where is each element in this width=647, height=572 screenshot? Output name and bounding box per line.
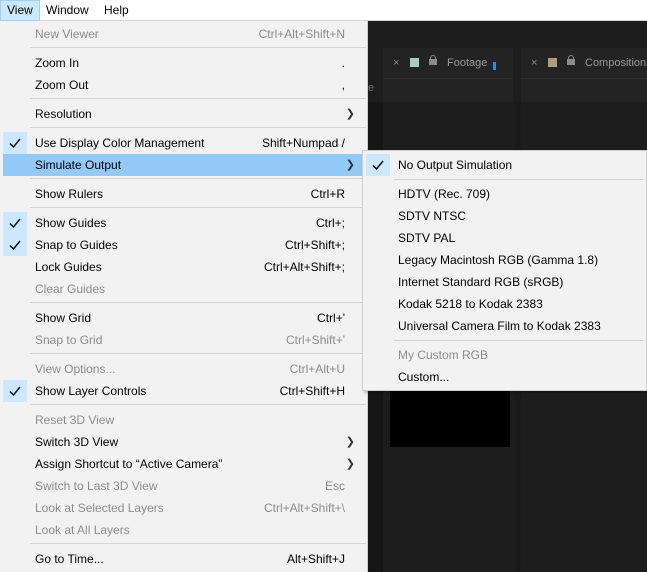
close-tab-icon[interactable]: × bbox=[531, 57, 537, 69]
lock-icon[interactable] bbox=[567, 55, 575, 65]
menu-item-reset-3d-view[interactable]: Reset 3D View bbox=[3, 409, 365, 431]
menu-item-switch-to-last-3d-view[interactable]: Switch to Last 3D View Esc bbox=[3, 475, 365, 497]
menu-item-show-layer-controls[interactable]: Show Layer Controls Ctrl+Shift+H bbox=[3, 380, 365, 402]
menu-item-assign-shortcut-active-camera[interactable]: Assign Shortcut to “Active Camera” ❯ bbox=[3, 453, 365, 475]
menu-item-simulate-output[interactable]: Simulate Output ❯ bbox=[3, 154, 365, 176]
menu-help[interactable]: Help bbox=[98, 0, 135, 21]
partial-panel-text: e bbox=[368, 82, 375, 94]
submenu-item-custom[interactable]: Custom... bbox=[366, 366, 644, 388]
submenu-item-kodak-5218[interactable]: Kodak 5218 to Kodak 2383 bbox=[366, 293, 644, 315]
label-color-swatch bbox=[410, 58, 419, 67]
tab-label: Composition bbox=[585, 57, 647, 69]
tab-composition[interactable]: × Composition bbox=[521, 48, 647, 78]
menu-window[interactable]: Window bbox=[40, 0, 95, 21]
menu-item-new-viewer[interactable]: New Viewer Ctrl+Alt+Shift+N bbox=[3, 23, 365, 45]
menu-item-go-to-time[interactable]: Go to Time... Alt+Shift+J bbox=[3, 548, 365, 570]
menu-item-clear-guides[interactable]: Clear Guides bbox=[3, 278, 365, 300]
view-menu: New Viewer Ctrl+Alt+Shift+N Zoom In . Zo… bbox=[0, 21, 368, 572]
menu-item-snap-to-grid[interactable]: Snap to Grid Ctrl+Shift+' bbox=[3, 329, 365, 351]
submenu-arrow-icon: ❯ bbox=[345, 108, 355, 120]
submenu-item-hdtv[interactable]: HDTV (Rec. 709) bbox=[366, 183, 644, 205]
menu-item-look-at-all-layers[interactable]: Look at All Layers bbox=[3, 519, 365, 541]
checkmark-icon bbox=[3, 234, 27, 256]
label-color-swatch bbox=[548, 58, 557, 67]
menu-item-lock-guides[interactable]: Lock Guides Ctrl+Alt+Shift+; bbox=[3, 256, 365, 278]
submenu-item-legacy-mac-rgb[interactable]: Legacy Macintosh RGB (Gamma 1.8) bbox=[366, 249, 644, 271]
menu-item-view-options[interactable]: View Options... Ctrl+Alt+U bbox=[3, 358, 365, 380]
menu-item-resolution[interactable]: Resolution ❯ bbox=[3, 103, 365, 125]
submenu-arrow-icon: ❯ bbox=[345, 159, 355, 171]
submenu-item-srgb[interactable]: Internet Standard RGB (sRGB) bbox=[366, 271, 644, 293]
close-tab-icon[interactable]: × bbox=[393, 57, 399, 69]
checkmark-icon bbox=[3, 212, 27, 234]
menu-item-snap-to-guides[interactable]: Snap to Guides Ctrl+Shift+; bbox=[3, 234, 365, 256]
submenu-arrow-icon: ❯ bbox=[345, 458, 355, 470]
viewer-canvas[interactable] bbox=[390, 390, 510, 447]
submenu-item-no-output-simulation[interactable]: No Output Simulation bbox=[366, 154, 644, 176]
menu-item-use-display-color-management[interactable]: Use Display Color Management Shift+Numpa… bbox=[3, 132, 365, 154]
submenu-item-my-custom-rgb[interactable]: My Custom RGB bbox=[366, 344, 644, 366]
submenu-item-universal-camera-film[interactable]: Universal Camera Film to Kodak 2383 bbox=[366, 315, 644, 337]
checkmark-icon bbox=[3, 380, 27, 402]
menu-item-show-grid[interactable]: Show Grid Ctrl+' bbox=[3, 307, 365, 329]
menu-item-look-at-selected-layers[interactable]: Look at Selected Layers Ctrl+Alt+Shift+\ bbox=[3, 497, 365, 519]
menu-item-switch-3d-view[interactable]: Switch 3D View ❯ bbox=[3, 431, 365, 453]
checkmark-icon bbox=[3, 132, 27, 154]
menu-view[interactable]: View bbox=[0, 0, 40, 21]
panel-menu-icon[interactable] bbox=[493, 62, 496, 70]
menu-bar: View Window Help bbox=[0, 0, 647, 21]
submenu-item-sdtv-ntsc[interactable]: SDTV NTSC bbox=[366, 205, 644, 227]
menu-item-show-guides[interactable]: Show Guides Ctrl+; bbox=[3, 212, 365, 234]
tab-footage[interactable]: × Footage bbox=[383, 48, 513, 78]
checkmark-icon bbox=[366, 154, 390, 176]
composition-panel: × Composition bbox=[521, 48, 647, 102]
submenu-arrow-icon: ❯ bbox=[345, 436, 355, 448]
submenu-item-sdtv-pal[interactable]: SDTV PAL bbox=[366, 227, 644, 249]
menu-item-zoom-in[interactable]: Zoom In . bbox=[3, 52, 365, 74]
lock-icon[interactable] bbox=[429, 55, 437, 65]
simulate-output-submenu: No Output Simulation HDTV (Rec. 709) SDT… bbox=[362, 150, 647, 391]
tab-label: Footage bbox=[447, 57, 488, 69]
menu-item-zoom-out[interactable]: Zoom Out , bbox=[3, 74, 365, 96]
menu-item-show-rulers[interactable]: Show Rulers Ctrl+R bbox=[3, 183, 365, 205]
footage-panel: × Footage bbox=[383, 48, 513, 102]
